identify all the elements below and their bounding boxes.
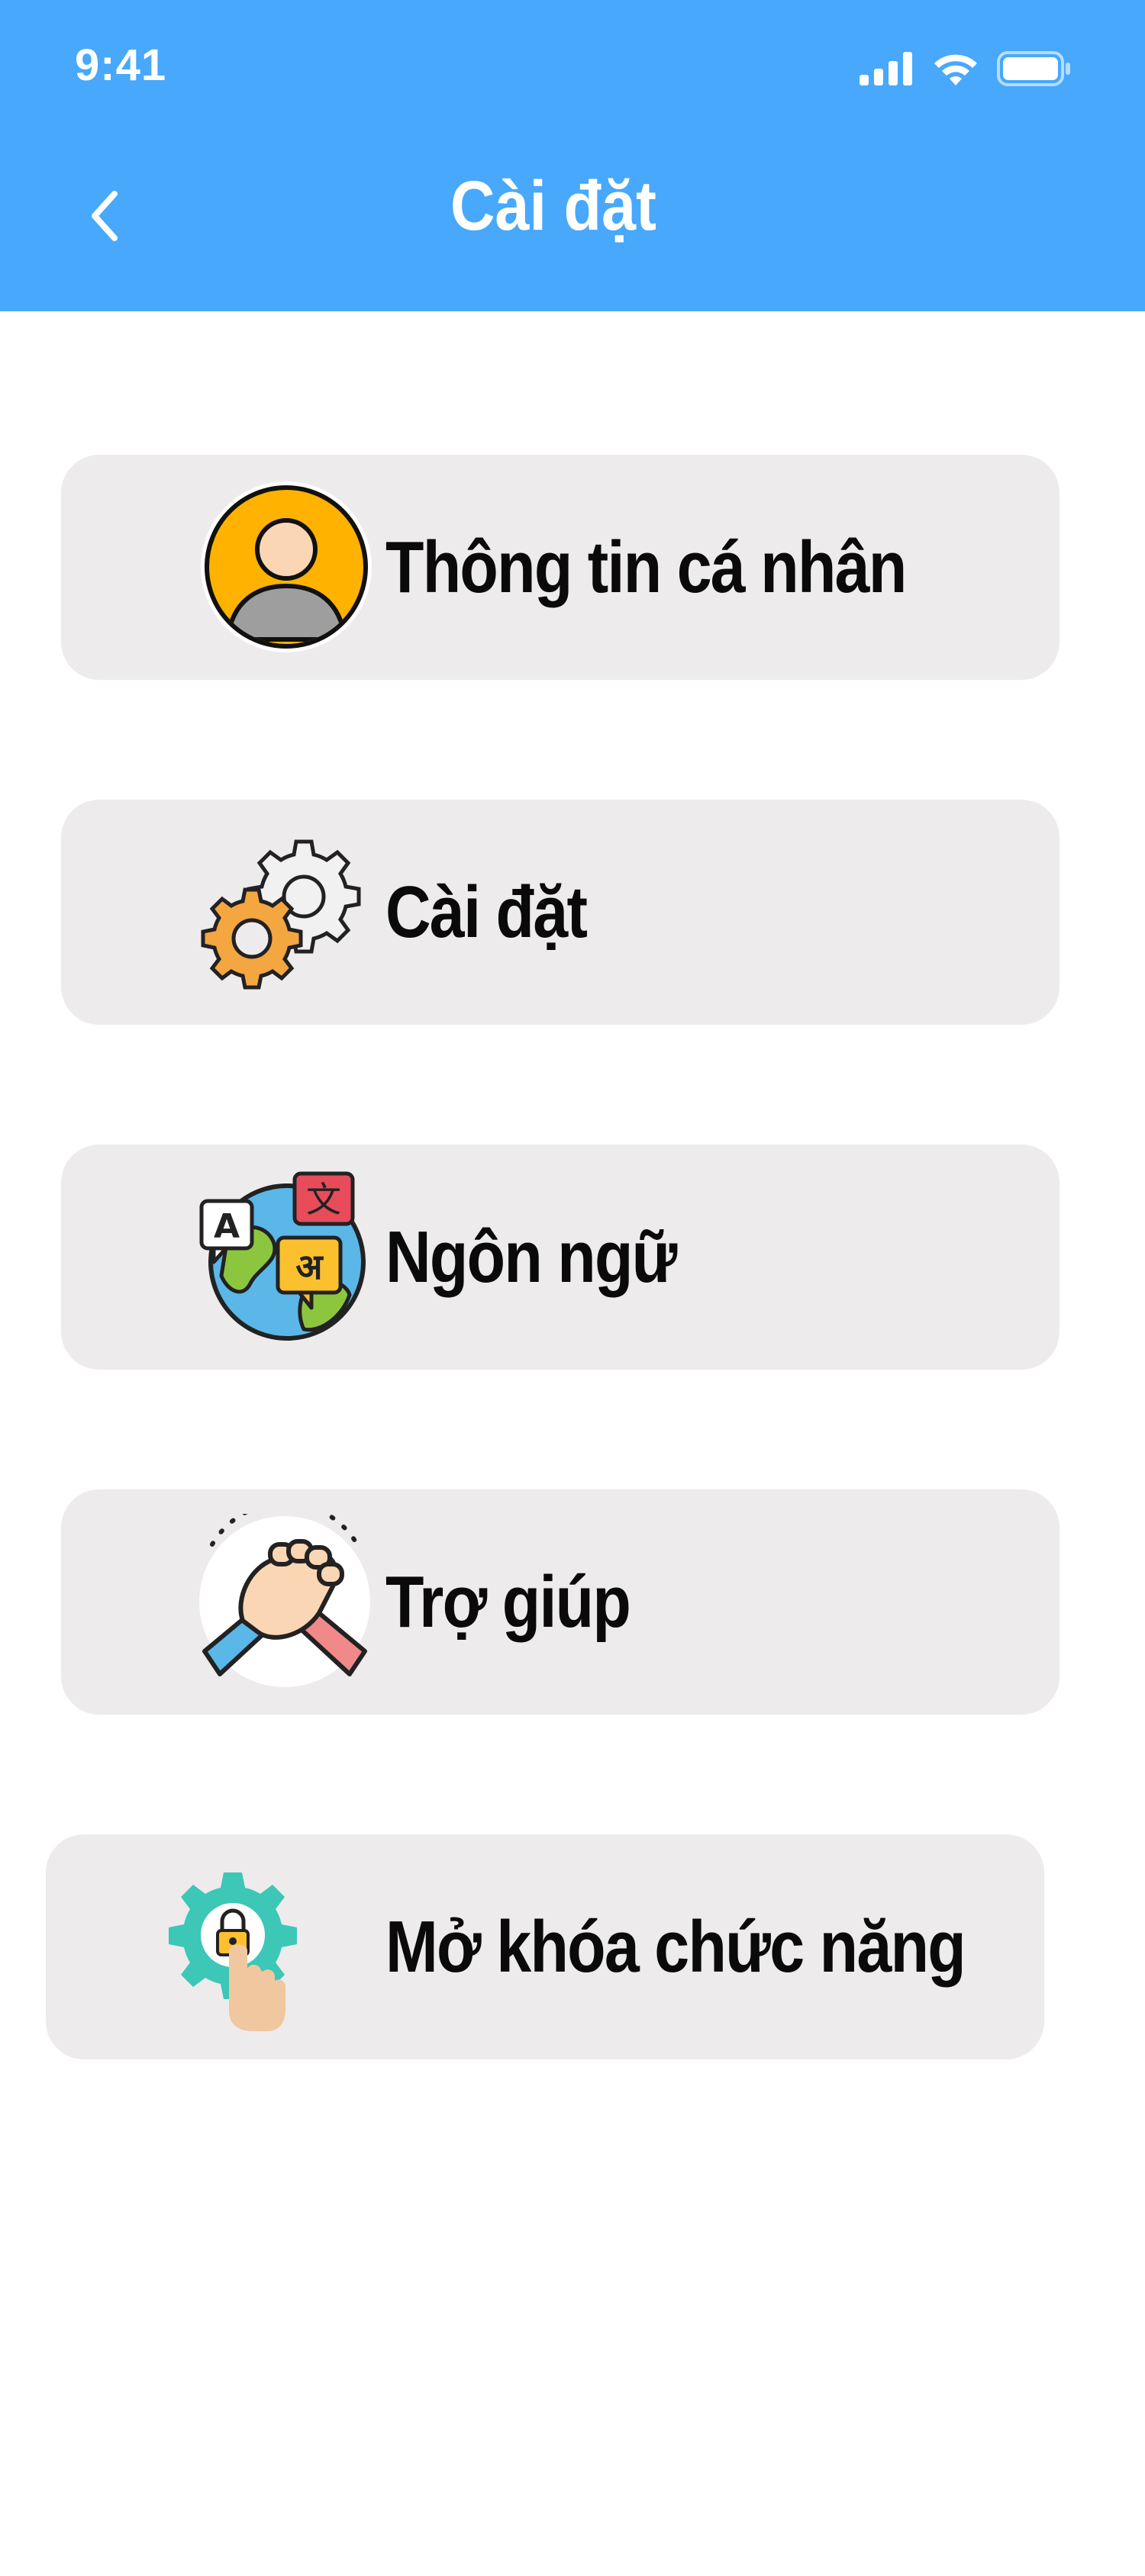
status-time: 9:41 — [75, 40, 167, 90]
svg-text:A: A — [214, 1207, 240, 1246]
wifi-icon — [931, 50, 980, 91]
header-bar: 9:41 Cài đặt — [0, 0, 1145, 311]
menu-item-language[interactable]: A 文 अ Ngôn ngữ — [61, 1145, 1060, 1370]
menu-item-label: Trợ giúp — [385, 1560, 631, 1643]
menu-item-unlock[interactable]: Mở khóa chức năng — [46, 1834, 1044, 2059]
menu-item-label: Thông tin cá nhân — [385, 526, 907, 608]
menu-item-label: Ngôn ngữ — [385, 1216, 677, 1298]
handshake-help-icon — [197, 1514, 373, 1689]
svg-text:文: 文 — [306, 1179, 341, 1220]
battery-icon — [997, 50, 1072, 90]
status-icons — [860, 47, 1072, 93]
menu-item-label: Mở khóa chức năng — [385, 1905, 966, 1988]
signal-icon — [860, 51, 914, 89]
page-title: Cài đặt — [450, 167, 656, 245]
user-profile-icon — [198, 479, 374, 655]
svg-text:अ: अ — [295, 1246, 324, 1287]
unlock-feature-icon — [145, 1859, 321, 2034]
menu-item-profile[interactable]: Thông tin cá nhân — [61, 455, 1060, 680]
language-globe-icon: A 文 अ — [197, 1169, 373, 1344]
gears-icon — [197, 824, 373, 1000]
menu-item-label: Cài đặt — [385, 871, 588, 953]
menu-item-settings[interactable]: Cài đặt — [61, 800, 1060, 1025]
menu-item-help[interactable]: Trợ giúp — [61, 1489, 1060, 1715]
